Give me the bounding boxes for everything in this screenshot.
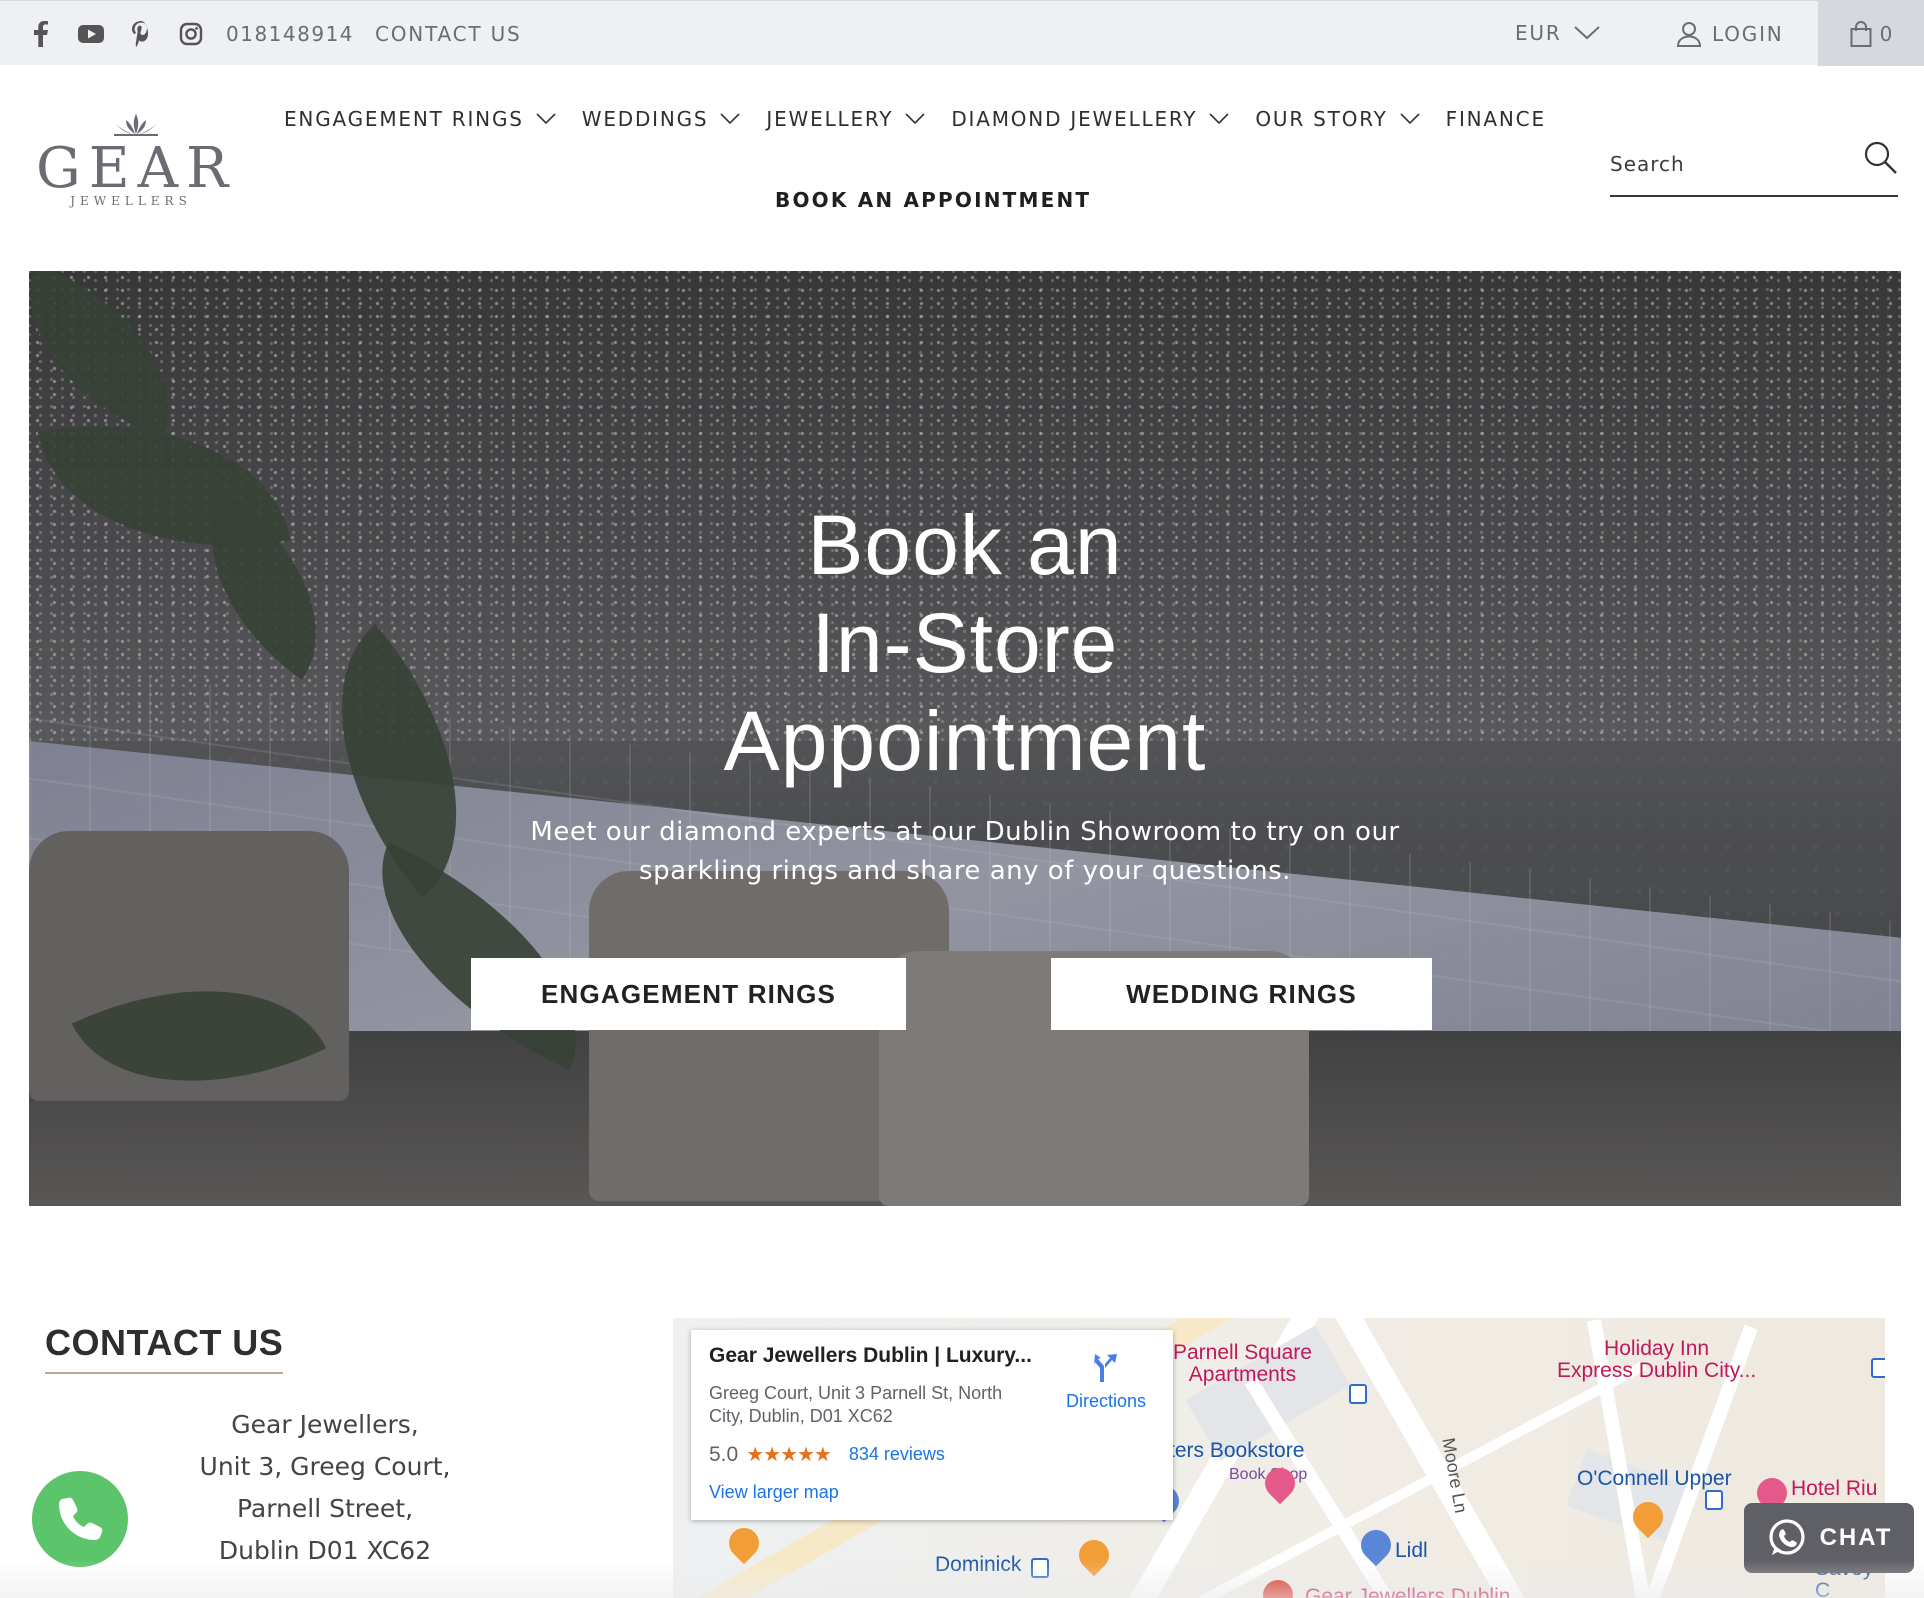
search-input[interactable] xyxy=(1610,146,1850,182)
restaurant-pin-icon[interactable] xyxy=(1072,1533,1116,1577)
map-label-text: Holiday Inn xyxy=(1604,1337,1710,1360)
address-line: Unit 3, Greeg Court, xyxy=(199,1452,451,1481)
nav-label: FINANCE xyxy=(1445,107,1546,131)
bus-stop-icon[interactable] xyxy=(1031,1558,1049,1578)
place-address-line: City, Dublin, D01 XC62 xyxy=(709,1406,893,1426)
map-label-hotel-riu: Hotel Riu xyxy=(1791,1477,1878,1500)
chat-label: CHAT xyxy=(1819,1524,1893,1551)
hero-title-line: Book an xyxy=(807,498,1123,592)
user-icon xyxy=(1676,22,1702,47)
chevron-down-icon xyxy=(1209,113,1229,125)
login-link[interactable]: LOGIN xyxy=(1676,21,1784,47)
cart-button[interactable]: 0 xyxy=(1818,1,1924,66)
place-address: Greeg Court, Unit 3 Parnell St, North Ci… xyxy=(709,1382,1039,1428)
map-place-card: Gear Jewellers Dublin | Luxury... Greeg … xyxy=(691,1330,1173,1520)
phone-number-link[interactable]: 018148914 xyxy=(226,22,354,46)
google-map-embed[interactable]: Parnell Square Apartments Holiday Inn Ex… xyxy=(673,1318,1885,1598)
hero-subtitle-line: Meet our diamond experts at our Dublin S… xyxy=(530,817,1400,847)
chevron-down-icon xyxy=(1400,113,1420,125)
search-box xyxy=(1610,140,1898,197)
location-pin-icon[interactable] xyxy=(1256,1573,1300,1598)
map-label-text: Express Dublin City... xyxy=(1557,1359,1757,1382)
map-label-text: Parnell Square xyxy=(1173,1341,1312,1364)
cart-count: 0 xyxy=(1879,21,1893,46)
nav-label: WEDDINGS xyxy=(581,107,709,131)
chevron-down-icon xyxy=(720,113,740,125)
place-rating: 5.0 ★★★★★ 834 reviews xyxy=(709,1442,945,1467)
hero-subtitle: Meet our diamond experts at our Dublin S… xyxy=(29,813,1901,891)
wedding-rings-button[interactable]: WEDDING RINGS xyxy=(1051,958,1432,1030)
place-name[interactable]: Gear Jewellers Dublin | Luxury... xyxy=(709,1344,1049,1368)
nav-label: ENGAGEMENT RINGS xyxy=(284,107,524,131)
bus-stop-icon[interactable] xyxy=(1871,1358,1885,1378)
hero-title-line: Appointment xyxy=(723,694,1207,788)
whatsapp-icon xyxy=(1768,1519,1805,1555)
map-label-holiday-inn: Holiday Inn Express Dublin City... xyxy=(1557,1338,1756,1382)
login-label: LOGIN xyxy=(1712,22,1784,46)
nav-our-story[interactable]: OUR STORY xyxy=(1255,107,1420,131)
nav-jewellery[interactable]: JEWELLERY xyxy=(766,107,925,131)
hero-title-line: In-Store xyxy=(811,596,1119,690)
hero-title: Book an In-Store Appointment xyxy=(29,496,1901,790)
address-line: Parnell Street, xyxy=(236,1494,414,1523)
bus-stop-icon[interactable] xyxy=(1705,1490,1723,1510)
directions-button[interactable]: Directions xyxy=(1051,1350,1161,1412)
rating-value: 5.0 xyxy=(709,1442,739,1466)
nav-label: JEWELLERY xyxy=(766,107,894,131)
logo-subtext: JEWELLERS xyxy=(70,194,192,208)
nav-label: OUR STORY xyxy=(1255,107,1388,131)
nav-label: DIAMOND JEWELLERY xyxy=(951,107,1198,131)
hero-banner: Book an In-Store Appointment Meet our di… xyxy=(29,271,1901,1206)
instagram-icon[interactable] xyxy=(178,21,204,47)
hero-subtitle-line: sparkling rings and share any of your qu… xyxy=(639,856,1291,886)
chevron-down-icon xyxy=(905,113,925,125)
address-line: Gear Jewellers, xyxy=(231,1410,419,1439)
shopping-bag-icon xyxy=(1850,20,1872,47)
currency-selector[interactable]: EUR xyxy=(1515,21,1600,45)
reviews-link[interactable]: 834 reviews xyxy=(849,1444,945,1465)
youtube-icon[interactable] xyxy=(78,21,104,47)
view-larger-map-link[interactable]: View larger map xyxy=(709,1482,839,1503)
nav-book-appointment[interactable]: BOOK AN APPOINTMENT xyxy=(775,188,1091,212)
place-address-line: Greeg Court, Unit 3 Parnell St, North xyxy=(709,1383,1003,1403)
logo-text: GEAR xyxy=(36,136,237,201)
chevron-down-icon xyxy=(1573,26,1600,40)
map-label-parnell: Parnell Square Apartments xyxy=(1173,1342,1312,1386)
nav-finance[interactable]: FINANCE xyxy=(1446,107,1546,131)
top-utility-bar: 018148914 CONTACT US EUR LOGIN 0 xyxy=(0,0,1924,66)
contact-us-link[interactable]: CONTACT US xyxy=(375,22,522,46)
social-links xyxy=(28,21,204,47)
store-address: Gear Jewellers, Unit 3, Greeg Court, Par… xyxy=(140,1404,510,1572)
cafe-pin-icon[interactable] xyxy=(722,1521,766,1565)
contact-heading: CONTACT US xyxy=(45,1322,284,1374)
bus-stop-icon[interactable] xyxy=(1349,1384,1367,1404)
chevron-down-icon xyxy=(536,113,556,125)
map-label-bookstore: ters Bookstore xyxy=(1169,1439,1305,1462)
call-button[interactable] xyxy=(32,1471,128,1567)
engagement-rings-button[interactable]: ENGAGEMENT RINGS xyxy=(471,958,906,1030)
main-navigation: ENGAGEMENT RINGS WEDDINGS JEWELLERY DIAM… xyxy=(284,107,1546,131)
whatsapp-chat-button[interactable]: CHAT xyxy=(1744,1503,1914,1573)
gear-jewellers-logo[interactable]: GEAR JEWELLERS xyxy=(36,112,237,212)
map-label-text: Apartments xyxy=(1188,1363,1297,1386)
facebook-icon[interactable] xyxy=(28,21,54,47)
address-line: Dublin D01 XC62 xyxy=(218,1536,432,1565)
search-icon[interactable] xyxy=(1862,140,1898,176)
nav-engagement-rings[interactable]: ENGAGEMENT RINGS xyxy=(284,107,556,131)
pinterest-icon[interactable] xyxy=(128,21,154,47)
currency-label: EUR xyxy=(1515,21,1562,45)
map-label-dominick: Dominick xyxy=(935,1553,1022,1576)
map-label-lidl: Lidl xyxy=(1395,1539,1428,1562)
nav-diamond-jewellery[interactable]: DIAMOND JEWELLERY xyxy=(951,107,1229,131)
directions-icon xyxy=(1094,1354,1117,1382)
map-label-gear-jewellers: Gear Jewellers Dublin xyxy=(1305,1585,1511,1598)
map-label-oconnell: O'Connell Upper xyxy=(1577,1467,1732,1490)
phone-icon xyxy=(59,1497,103,1540)
star-rating-icon: ★★★★★ xyxy=(746,1444,832,1466)
directions-label: Directions xyxy=(1065,1391,1147,1411)
nav-weddings[interactable]: WEDDINGS xyxy=(582,107,741,131)
